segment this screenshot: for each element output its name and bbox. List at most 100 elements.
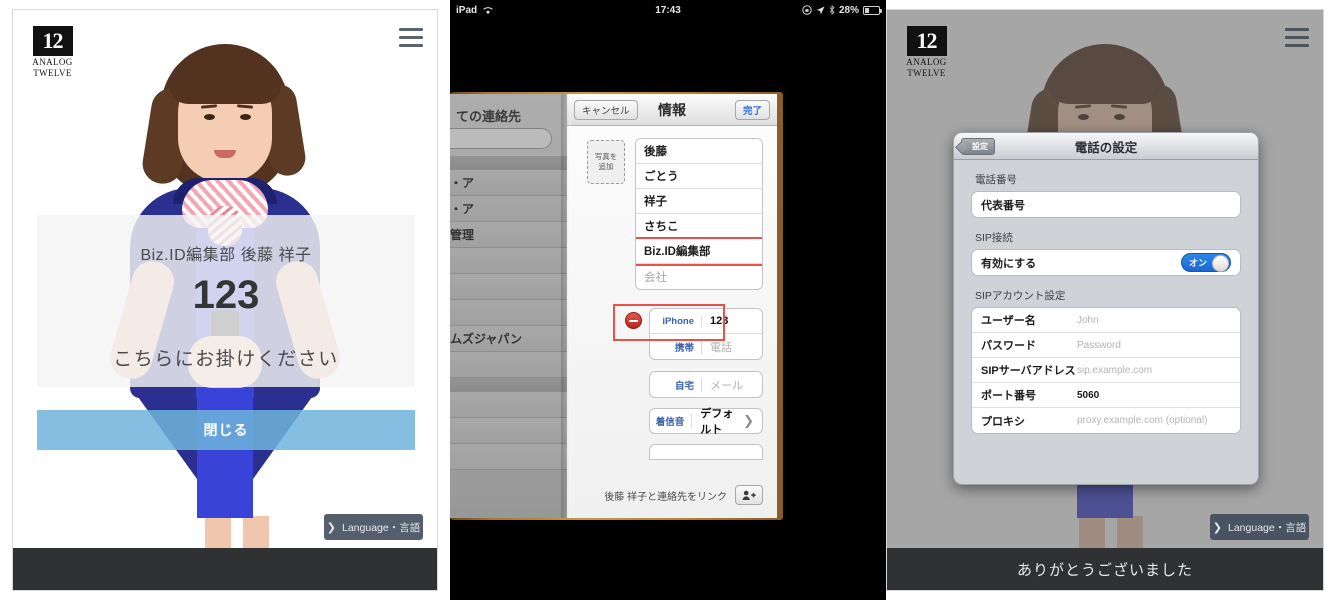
left-panel: 12 ANALOG TWELVE Biz.ID編集部 後藤 祥子 123 こちら… — [0, 0, 450, 600]
language-button-label: Language・言語 — [342, 521, 421, 534]
username-row[interactable]: ユーザー名 John — [972, 308, 1240, 333]
bluetooth-icon — [829, 5, 835, 15]
add-person-icon[interactable] — [735, 485, 763, 505]
link-contact-row: 後藤 祥子と連絡先をリンク — [597, 484, 763, 506]
logo-line1: ANALOG — [906, 57, 947, 67]
username-input[interactable]: John — [1077, 315, 1099, 326]
phone-number-group: 代表番号 — [971, 191, 1241, 218]
name-field-group: 後藤 ごとう 祥子 さちこ Biz.ID編集部 会社 — [635, 138, 763, 290]
additional-field-group[interactable] — [649, 444, 763, 460]
sip-server-input[interactable]: sip.example.com — [1077, 365, 1152, 376]
analog-twelve-logo: 12 ANALOG TWELVE — [903, 26, 950, 80]
email-row-home[interactable]: 自宅 メール — [650, 372, 762, 397]
first-name-field[interactable]: 祥子 — [636, 189, 762, 214]
language-button[interactable]: ❯ Language・言語 — [1210, 514, 1309, 540]
logo-line1: ANALOG — [32, 57, 73, 67]
sip-connection-group: 有効にする オン — [971, 249, 1241, 276]
last-name-field[interactable]: 後藤 — [636, 139, 762, 164]
email-field-group: 自宅 メール — [649, 371, 763, 398]
phone-settings-sheet: 設定 電話の設定 電話番号 代表番号 SIP接続 有効にする オン SIPアカウ… — [953, 132, 1259, 485]
password-input[interactable]: Password — [1077, 340, 1121, 351]
battery-icon — [863, 5, 882, 15]
logo-number: 12 — [32, 26, 73, 56]
sip-enable-label: 有効にする — [981, 257, 1037, 270]
port-input[interactable]: 5060 — [1077, 390, 1099, 401]
right-footer-bar: ありがとうございました — [887, 548, 1323, 590]
list-page-dim-overlay — [450, 94, 567, 518]
sip-enable-toggle[interactable]: オン — [1181, 253, 1231, 272]
extension-number: 123 — [192, 273, 260, 317]
right-panel: 12 ANALOG TWELVE 設定 電話の設定 電話番号 代表番号 SIP接… — [886, 0, 1336, 600]
chevron-right-icon: ❯ — [743, 413, 754, 428]
contact-detail-navbar: キャンセル 情報 完了 — [567, 94, 777, 126]
thank-you-message: ありがとうございました — [1016, 561, 1193, 579]
left-device-screen: 12 ANALOG TWELVE Biz.ID編集部 後藤 祥子 123 こちら… — [12, 9, 438, 591]
toggle-state-label: オン — [1189, 258, 1208, 268]
right-device-screen: 12 ANALOG TWELVE 設定 電話の設定 電話番号 代表番号 SIP接… — [886, 9, 1324, 591]
phone-row-iphone[interactable]: iPhone 123 — [650, 309, 762, 334]
location-arrow-icon — [816, 6, 825, 14]
contact-detail-page: キャンセル 情報 完了 写真を 追加 後藤 ごとう 祥子 さちこ Biz.ID編… — [567, 94, 777, 518]
contacts-book-frame: ての連絡先 ・ア ・ア 管理 ムズジャパン キャンセル 情報 完了 写真を 追加… — [450, 92, 783, 520]
section-label-phone-number: 電話番号 — [975, 174, 1017, 186]
first-name-kana-field[interactable]: さちこ — [636, 214, 762, 239]
hamburger-menu-icon[interactable] — [399, 28, 423, 47]
ringtone-value: デフォルト — [700, 408, 734, 436]
password-row[interactable]: パスワード Password — [972, 333, 1240, 358]
back-button[interactable]: 設定 — [961, 138, 995, 155]
phone-label: 携帯 — [650, 339, 702, 354]
analog-twelve-logo: 12 ANALOG TWELVE — [29, 26, 76, 80]
contact-detail-body: 写真を 追加 後藤 ごとう 祥子 さちこ Biz.ID編集部 会社 iPhone… — [567, 126, 777, 518]
phone-label: iPhone — [650, 315, 702, 327]
proxy-input[interactable]: proxy.example.com (optional) — [1077, 415, 1207, 426]
done-button[interactable]: 完了 — [734, 100, 770, 120]
last-name-kana-field[interactable]: ごとう — [636, 164, 762, 189]
main-number-row[interactable]: 代表番号 — [972, 192, 1240, 217]
phone-field-group: iPhone 123 携帯 電話 — [649, 308, 763, 360]
sip-server-row[interactable]: SIPサーバアドレス sip.example.com — [972, 358, 1240, 383]
phone-row-mobile[interactable]: 携帯 電話 — [650, 334, 762, 359]
main-number-label: 代表番号 — [981, 199, 1025, 212]
username-label: ユーザー名 — [981, 315, 1036, 327]
sip-account-group: ユーザー名 John パスワード Password SIPサーバアドレス sip… — [971, 307, 1241, 434]
chevron-right-icon: ❯ — [1212, 521, 1222, 534]
port-label: ポート番号 — [981, 390, 1036, 402]
language-button-label: Language・言語 — [1228, 521, 1307, 534]
sip-enable-row: 有効にする オン — [972, 250, 1240, 275]
logo-line2: TWELVE — [33, 68, 72, 78]
email-label: 自宅 — [650, 377, 702, 392]
add-photo-button[interactable]: 写真を 追加 — [587, 140, 625, 184]
battery-percent-label: 28% — [838, 4, 859, 16]
language-button[interactable]: ❯ Language・言語 — [324, 514, 423, 540]
proxy-label: プロキシ — [981, 415, 1025, 428]
ios-status-bar: iPad 17:43 28% — [450, 0, 886, 20]
minus-circle-icon[interactable] — [625, 312, 642, 329]
cancel-button[interactable]: キャンセル — [574, 100, 638, 120]
call-instruction-message: こちらにお掛けください — [113, 349, 339, 370]
logo-number: 12 — [906, 26, 947, 56]
port-row[interactable]: ポート番号 5060 — [972, 383, 1240, 408]
contacts-book-pages: ての連絡先 ・ア ・ア 管理 ムズジャパン キャンセル 情報 完了 写真を 追加… — [450, 94, 777, 518]
email-placeholder: メール — [710, 379, 743, 392]
logo-line2: TWELVE — [907, 68, 946, 78]
phone-value: 123 — [710, 315, 729, 327]
password-label: パスワード — [981, 340, 1036, 352]
ringtone-row[interactable]: 着信音 デフォルト ❯ — [649, 408, 763, 436]
settings-navbar: 設定 電話の設定 — [954, 133, 1258, 160]
sip-server-label: SIPサーバアドレス — [981, 365, 1076, 377]
section-label-sip-account: SIPアカウント設定 — [975, 290, 1066, 302]
close-button[interactable]: 閉じる — [37, 410, 415, 450]
screenshot-root: 12 ANALOG TWELVE Biz.ID編集部 後藤 祥子 123 こちら… — [0, 0, 1336, 600]
hamburger-menu-icon[interactable] — [1285, 28, 1309, 47]
settings-title: 電話の設定 — [1074, 140, 1138, 155]
company-field[interactable]: 会社 — [636, 264, 762, 289]
phone-placeholder: 電話 — [710, 341, 732, 354]
proxy-row[interactable]: プロキシ proxy.example.com (optional) — [972, 408, 1240, 433]
rotation-lock-icon — [802, 5, 812, 15]
contact-detail-title: 情報 — [658, 101, 686, 118]
call-info-card: Biz.ID編集部 後藤 祥子 123 こちらにお掛けください — [37, 215, 415, 387]
ringtone-label: 着信音 — [650, 414, 693, 428]
settings-body: 電話番号 代表番号 SIP接続 有効にする オン SIPアカウント設定 ユーザー… — [954, 160, 1258, 434]
department-field[interactable]: Biz.ID編集部 — [636, 237, 762, 266]
section-label-sip-connection: SIP接続 — [975, 232, 1013, 244]
